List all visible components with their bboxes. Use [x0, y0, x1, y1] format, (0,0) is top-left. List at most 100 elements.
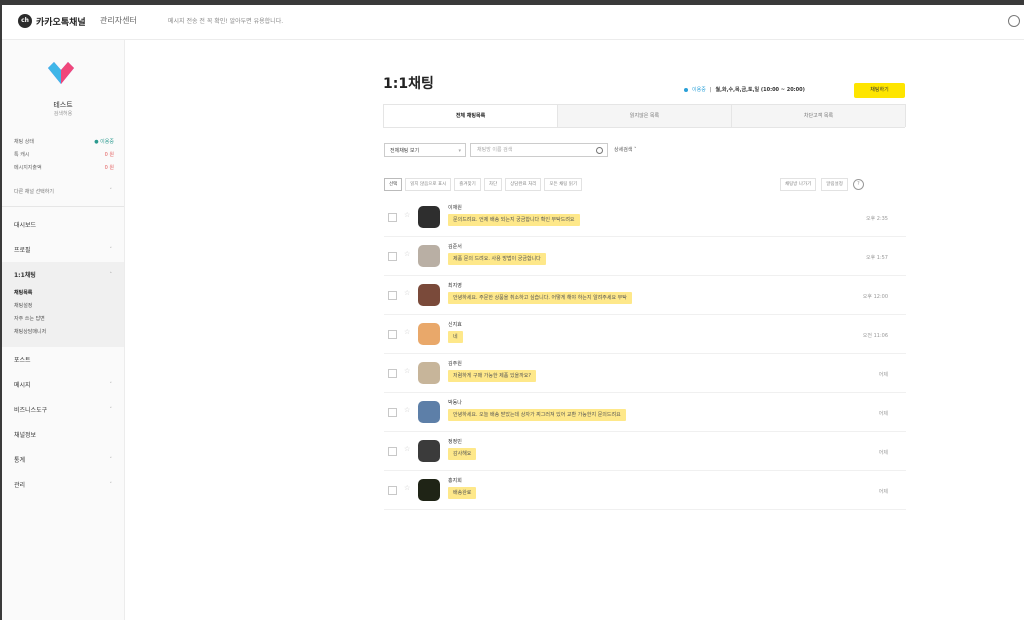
row-checkbox[interactable]	[388, 213, 397, 222]
chat-user-name: 최지영	[448, 283, 462, 289]
sidebar-menu: 대시보드 프로필 ˅ 1:1채팅 ˄ 채팅목록 채팅설정 자주 쓰는 답변 채팅…	[2, 212, 124, 497]
sidebar-item-label: 메시지	[14, 382, 31, 389]
avatar	[418, 323, 440, 345]
read-all-button[interactable]: 모든 채팅 읽기	[544, 178, 583, 191]
row-checkbox[interactable]	[388, 408, 397, 417]
list-item[interactable]: ☆ 김준서 제품 문의 드려요. 사용 방법이 궁금합니다 오후 1:57	[384, 237, 906, 276]
avatar	[418, 440, 440, 462]
leave-chat-button[interactable]: 채팅방 나가기	[780, 178, 817, 191]
sidebar-item-dashboard[interactable]: 대시보드	[2, 212, 124, 237]
list-item[interactable]: ☆ 김주원 저렴하게 구매 가능한 제품 있을까요? 어제	[384, 354, 906, 393]
list-item[interactable]: ☆ 정정민 감사해요 어제	[384, 432, 906, 471]
sidebar-item-statistics[interactable]: 통계 ˅	[2, 447, 124, 472]
row-checkbox[interactable]	[388, 330, 397, 339]
star-icon[interactable]: ☆	[404, 484, 410, 492]
chat-available-button[interactable]: 채팅하기	[854, 83, 905, 98]
page-title: 1:1채팅	[383, 76, 434, 92]
stat-label: 채팅 상태	[14, 139, 34, 145]
detail-search-label: 상세검색	[614, 147, 633, 153]
channel-select-label: 다른 채널 선택하기	[14, 189, 54, 195]
stat-value[interactable]: 0 원	[105, 164, 114, 177]
sidebar-item-management[interactable]: 관리 ˅	[2, 472, 124, 497]
row-checkbox[interactable]	[388, 252, 397, 261]
tab-blocked[interactable]: 차단고객 목록	[731, 104, 906, 127]
chevron-down-icon: ˅	[109, 246, 113, 253]
list-item[interactable]: ☆ 이재원 문의드려요. 언제 배송 되는지 궁금합니다 확인 부탁드려요 오후…	[384, 198, 906, 237]
chat-user-name: 정정민	[448, 439, 462, 445]
help-icon[interactable]: ?	[852, 179, 864, 190]
favorite-button[interactable]: 즐겨찾기	[454, 178, 481, 191]
select-all-button[interactable]: 선택	[384, 178, 403, 191]
sidebar-item-message[interactable]: 메시지 ˅	[2, 372, 124, 397]
avatar	[418, 206, 440, 228]
submenu-item-quick-replies[interactable]: 자주 쓰는 답변	[14, 313, 112, 326]
row-checkbox[interactable]	[388, 369, 397, 378]
account-icon[interactable]	[1008, 15, 1020, 27]
star-icon[interactable]: ☆	[404, 250, 410, 258]
avatar	[418, 245, 440, 267]
status-dot-icon	[684, 87, 688, 92]
star-icon[interactable]: ☆	[404, 406, 410, 414]
chat-filter-select[interactable]: 전체채팅 보기 ▾	[384, 143, 466, 157]
stat-value[interactable]: 0 원	[105, 151, 114, 164]
submenu-item-chat-settings[interactable]: 채팅설정	[14, 300, 112, 313]
chevron-down-icon: ˅	[634, 147, 637, 153]
top-notice-link[interactable]: 메시지 전송 전 꼭 확인! 알아두면 유용합니다.	[168, 16, 283, 25]
submenu-item-chat-manager[interactable]: 채팅상담매니저	[14, 326, 112, 339]
list-item[interactable]: ☆ 홍지희 배송완료 어제	[384, 471, 906, 510]
avatar	[418, 284, 440, 306]
star-icon[interactable]: ☆	[404, 211, 410, 219]
list-item[interactable]: ☆ 박동나 안녕하세요. 오늘 배송 받았는데 상자가 찌그러져 있어 교환 가…	[384, 393, 906, 432]
chat-time: 오전 11:06	[862, 333, 888, 339]
star-icon[interactable]: ☆	[404, 445, 410, 453]
chat-user-name: 박동나	[448, 400, 462, 406]
star-icon[interactable]: ☆	[404, 289, 410, 297]
detail-search-link[interactable]: 상세검색 ˅	[614, 146, 637, 153]
avatar	[418, 479, 440, 501]
tab-all-chats[interactable]: 전체 채팅목록	[383, 104, 558, 127]
channel-stats: 채팅 상태 ● 이용중 톡 캐시 0 원 메시지지출액 0 원	[14, 138, 114, 177]
mark-unread-button[interactable]: 읽지 않음으로 표시	[405, 178, 452, 191]
star-icon[interactable]: ☆	[404, 328, 410, 336]
brand-title[interactable]: 카카오톡채널	[36, 15, 86, 28]
row-checkbox[interactable]	[388, 291, 397, 300]
sidebar-item-label: 1:1채팅	[14, 272, 36, 279]
profile-name[interactable]: 테스트	[2, 100, 124, 110]
sidebar-item-business-tools[interactable]: 비즈니스도구 ˅	[2, 397, 124, 422]
chat-user-name: 김주원	[448, 361, 462, 367]
stat-value[interactable]: ● 이용중	[94, 138, 114, 151]
search-placeholder: 채팅방 이름 검색	[477, 147, 513, 153]
chat-time: 어제	[878, 411, 888, 417]
chevron-down-icon: ˅	[109, 188, 113, 194]
last-message: 저렴하게 구매 가능한 제품 있을까요?	[448, 370, 537, 382]
tab-unread[interactable]: 읽지않은 목록	[557, 104, 732, 127]
top-bar: ch 카카오톡채널 관리자센터 메시지 전송 전 꼭 확인! 알아두면 유용합니…	[2, 5, 1024, 40]
chat-user-name: 홍지희	[448, 478, 462, 484]
chevron-down-icon: ˅	[109, 406, 113, 413]
sidebar-item-profile[interactable]: 프로필 ˅	[2, 237, 124, 262]
row-checkbox[interactable]	[388, 447, 397, 456]
row-checkbox[interactable]	[388, 486, 397, 495]
sidebar-item-channel-info[interactable]: 채널정보	[2, 422, 124, 447]
notification-settings-button[interactable]: 알림설정	[821, 178, 848, 191]
star-icon[interactable]: ☆	[404, 367, 410, 375]
list-item[interactable]: ☆ 신지효 네 오전 11:06	[384, 315, 906, 354]
chevron-down-icon: ˅	[109, 456, 113, 463]
sidebar-item-chat[interactable]: 1:1채팅 ˄	[2, 262, 124, 287]
last-message: 안녕하세요. 오늘 배송 받았는데 상자가 찌그러져 있어 교환 가능한지 문의…	[448, 409, 626, 421]
channel-select[interactable]: 다른 채널 선택하기 ˅	[14, 188, 112, 195]
avatar	[418, 401, 440, 423]
last-message: 문의드려요. 언제 배송 되는지 궁금합니다 확인 부탁드려요	[448, 214, 580, 226]
chevron-down-icon: ▾	[458, 148, 461, 154]
avatar	[418, 362, 440, 384]
sidebar-item-post[interactable]: 포스트	[2, 347, 124, 372]
status-label[interactable]: 이용중	[692, 86, 706, 93]
channel-logo-icon[interactable]: ch	[18, 14, 32, 28]
mark-complete-button[interactable]: 상담완료 처리	[505, 178, 542, 191]
block-button[interactable]: 차단	[483, 178, 503, 191]
list-item[interactable]: ☆ 최지영 안녕하세요. 주문한 상품을 취소하고 싶습니다. 어떻게 해야 하…	[384, 276, 906, 315]
search-icon[interactable]	[596, 147, 603, 154]
submenu-item-chat-list[interactable]: 채팅목록	[14, 287, 112, 300]
filter-select-value: 전체채팅 보기	[390, 148, 420, 154]
search-input[interactable]: 채팅방 이름 검색	[470, 143, 608, 157]
